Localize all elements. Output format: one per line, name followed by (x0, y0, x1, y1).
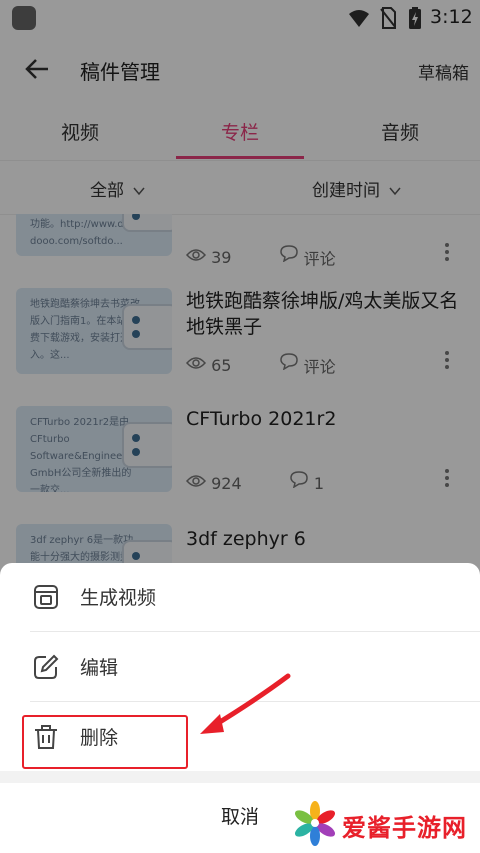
pinwheel-logo-icon (294, 801, 336, 846)
generate-video-option[interactable]: 生成视频 (0, 563, 480, 631)
video-frame-icon (34, 585, 58, 609)
edit-icon (34, 654, 59, 679)
highlight-box (22, 715, 188, 769)
watermark: 爱酱手游网 (292, 798, 472, 848)
sheet-gap (0, 771, 480, 783)
watermark-text: 爱酱手游网 (342, 814, 467, 842)
generate-video-label: 生成视频 (80, 587, 157, 609)
edit-label: 编辑 (80, 657, 119, 679)
divider (30, 631, 480, 632)
annotation-arrow-icon (200, 673, 291, 734)
